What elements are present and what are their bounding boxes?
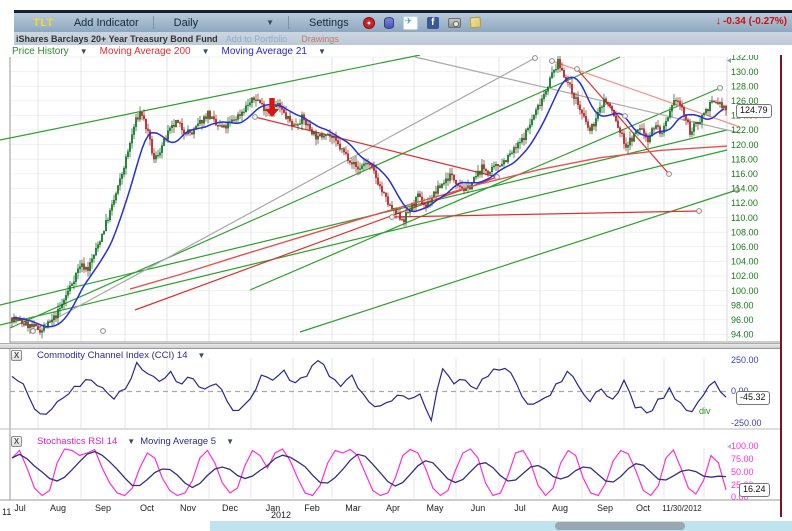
- settings-button[interactable]: Settings: [309, 17, 349, 29]
- chevron-down-icon: ▼: [266, 18, 274, 27]
- svg-text:106.00: 106.00: [731, 242, 759, 252]
- stoch-close-button[interactable]: X: [11, 436, 22, 447]
- interval-dropdown[interactable]: Daily ▼: [174, 17, 274, 29]
- chevron-down-icon[interactable]: ▼: [127, 437, 135, 446]
- cci-panel-header: X Commodity Channel Index (CCI) 14 ▼: [11, 349, 205, 361]
- chevron-down-icon[interactable]: ▼: [226, 437, 234, 446]
- svg-text:250.00: 250.00: [731, 355, 759, 365]
- svg-text:Oct: Oct: [140, 503, 155, 513]
- scrollbar-thumb[interactable]: [555, 522, 685, 530]
- svg-text:Aug: Aug: [552, 503, 568, 513]
- stoch-panel-header: X Stochastics RSI 14 ▼ Moving Average 5 …: [11, 435, 234, 447]
- horizontal-scrollbar[interactable]: [210, 521, 792, 531]
- axis-labels: 132.00130.00128.00126.00124.00122.00120.…: [2, 55, 762, 520]
- alarm-icon[interactable]: [363, 17, 375, 29]
- stochastics-plot: [12, 449, 726, 496]
- current-price-box: 124.79: [736, 104, 772, 118]
- change-value: -0.34 (-0.27%): [723, 16, 787, 27]
- toolbar-divider: [288, 16, 289, 29]
- svg-text:110.00: 110.00: [731, 213, 758, 223]
- svg-text:118.00: 118.00: [731, 154, 758, 164]
- interval-value: Daily: [174, 17, 198, 29]
- svg-text:132.00: 132.00: [731, 55, 759, 62]
- svg-text:94.00: 94.00: [731, 330, 754, 340]
- cci-title[interactable]: Commodity Channel Index (CCI) 14: [37, 350, 187, 361]
- svg-text:114.00: 114.00: [731, 184, 758, 194]
- svg-text:112.00: 112.00: [731, 198, 758, 208]
- cci-close-button[interactable]: X: [11, 350, 22, 361]
- svg-text:98.00: 98.00: [731, 300, 754, 310]
- svg-text:75.00: 75.00: [731, 454, 754, 464]
- app-window: TLT Add Indicator Daily ▼ Settings f ↓-0…: [0, 0, 792, 531]
- svg-text:50.00: 50.00: [731, 467, 754, 477]
- svg-text:Apr: Apr: [386, 503, 400, 513]
- svg-text:Sep: Sep: [597, 503, 613, 513]
- svg-text:Aug: Aug: [50, 503, 66, 513]
- svg-text:100.00: 100.00: [731, 286, 759, 296]
- svg-text:May: May: [426, 503, 444, 513]
- svg-text:116.00: 116.00: [731, 169, 758, 179]
- price-chart-canvas[interactable]: 132.00130.00128.00126.00124.00122.00120.…: [0, 55, 792, 521]
- fund-name: iShares Barclays 20+ Year Treasury Bond …: [16, 34, 218, 44]
- window-right-edge: [780, 55, 782, 517]
- stoch-title[interactable]: Stochastics RSI 14: [37, 436, 117, 447]
- svg-text:Jul: Jul: [14, 503, 26, 513]
- drawings-link[interactable]: Drawings: [301, 34, 339, 44]
- svg-text:Sep: Sep: [95, 503, 111, 513]
- subheader-bar: iShares Barclays 20+ Year Treasury Bond …: [14, 32, 792, 45]
- divergence-label: div: [699, 406, 711, 416]
- facebook-icon[interactable]: f: [427, 17, 439, 29]
- cci-plot: [10, 361, 727, 421]
- svg-text:102.00: 102.00: [731, 271, 759, 281]
- symbol-label: TLT: [33, 17, 54, 29]
- add-indicator-button[interactable]: Add Indicator: [74, 17, 139, 29]
- svg-text:130.00: 130.00: [731, 67, 759, 77]
- toolbar-divider: [153, 16, 154, 29]
- svg-text:Jun: Jun: [471, 503, 486, 513]
- price-change-indicator: ↓-0.34 (-0.27%): [716, 15, 787, 27]
- svg-text:Jul: Jul: [514, 503, 526, 513]
- camera-icon[interactable]: [448, 18, 461, 28]
- svg-text:120.00: 120.00: [731, 140, 759, 150]
- database-icon[interactable]: [384, 17, 394, 29]
- svg-text:Oct: Oct: [636, 503, 651, 513]
- svg-text:108.00: 108.00: [731, 227, 759, 237]
- twitter-icon[interactable]: [403, 16, 418, 30]
- svg-text:122.00: 122.00: [731, 125, 759, 135]
- svg-text:11: 11: [2, 507, 11, 517]
- svg-text:Dec: Dec: [222, 503, 239, 513]
- gridlines: [10, 57, 727, 498]
- svg-text:100.00: 100.00: [731, 441, 759, 451]
- note-icon[interactable]: [469, 17, 481, 29]
- stoch-current-box: 16.24: [739, 483, 770, 497]
- svg-text:Nov: Nov: [180, 503, 197, 513]
- add-to-portfolio-link[interactable]: Add to Portfolio: [226, 34, 288, 44]
- svg-text:104.00: 104.00: [731, 257, 759, 267]
- svg-text:Mar: Mar: [345, 503, 361, 513]
- stoch-ma-title[interactable]: Moving Average 5: [140, 436, 216, 447]
- down-arrow-icon: ↓: [716, 15, 722, 27]
- svg-text:96.00: 96.00: [731, 315, 754, 325]
- svg-text:2012: 2012: [271, 510, 291, 520]
- main-toolbar: TLT Add Indicator Daily ▼ Settings f ↓-0…: [14, 13, 792, 32]
- svg-text:128.00: 128.00: [731, 81, 759, 91]
- chevron-down-icon[interactable]: ▼: [197, 351, 205, 360]
- svg-text:11/30/2012: 11/30/2012: [662, 504, 702, 513]
- cci-current-box: -45.32: [736, 391, 770, 405]
- svg-text:-250.00: -250.00: [731, 418, 762, 428]
- svg-text:Feb: Feb: [304, 503, 320, 513]
